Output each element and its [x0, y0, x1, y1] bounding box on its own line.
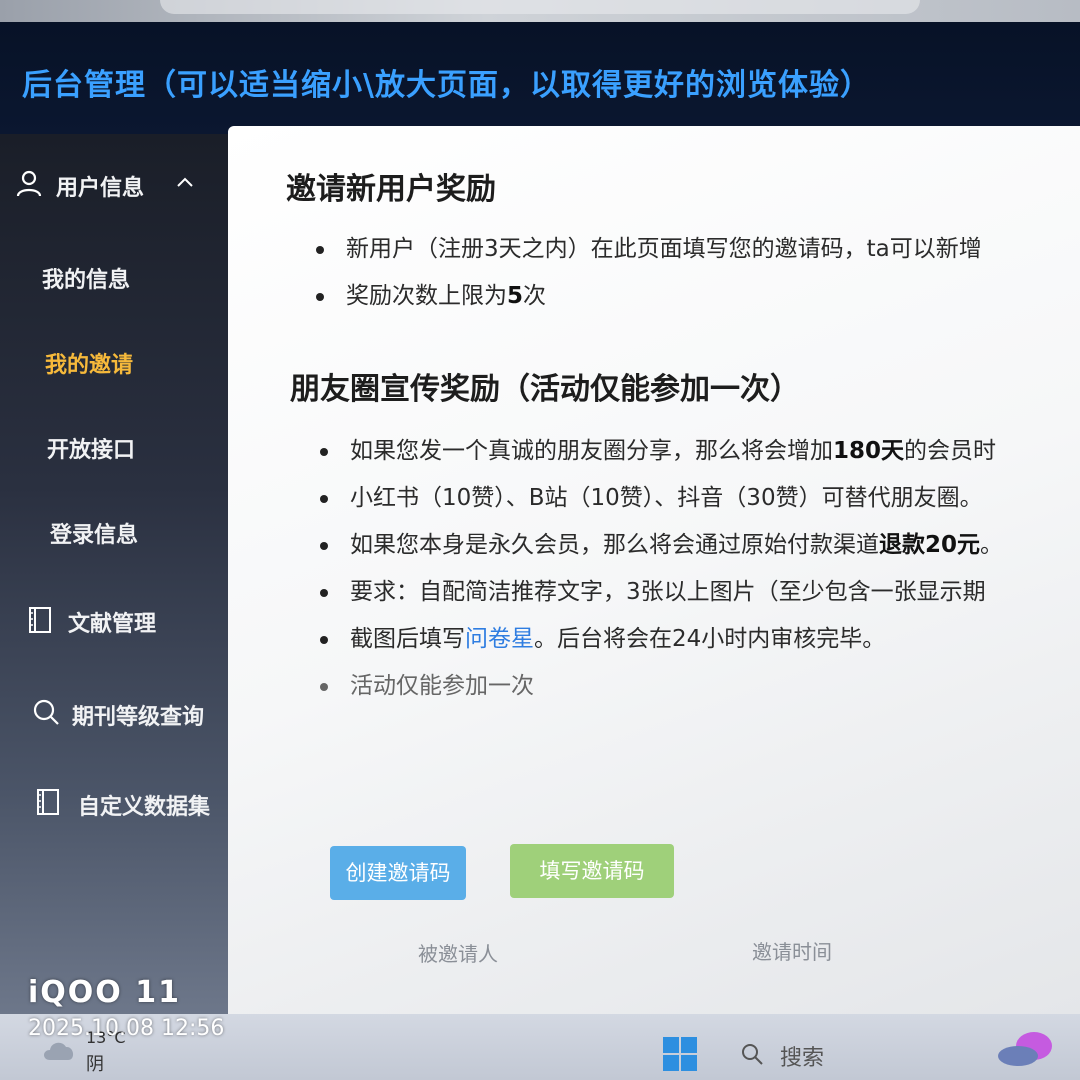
- invite-section-title: 邀请新用户奖励: [286, 172, 496, 207]
- sidebar: 用户信息 我的信息 我的邀请 开放接口 登录信息 文献管理 期刊等级查询 自定义…: [0, 134, 250, 1014]
- main-content: 邀请新用户奖励 新用户（注册3天之内）在此页面填写您的邀请码，ta可以新增 奖励…: [228, 126, 1080, 1016]
- search-icon[interactable]: [740, 1042, 764, 1066]
- camera-watermark-timestamp: 2025.10.08 12:56: [28, 1016, 225, 1041]
- taskbar-search[interactable]: 搜索: [780, 1040, 824, 1072]
- list-item: 小红书（10赞）、B站（10赞）、抖音（30赞）可替代朋友圈。: [320, 475, 1003, 522]
- fill-invite-code-button[interactable]: 填写邀请码: [510, 844, 674, 898]
- sidebar-item-literature[interactable]: 文献管理: [68, 606, 156, 638]
- user-icon: [16, 170, 42, 197]
- camera-watermark-brand: iQOO 11: [28, 975, 181, 1010]
- book-icon: [29, 607, 51, 633]
- sidebar-item-journal-rank[interactable]: 期刊等级查询: [72, 699, 204, 731]
- moments-section-title: 朋友圈宣传奖励（活动仅能参加一次）: [290, 372, 800, 407]
- weather-text: 阴: [86, 1054, 104, 1075]
- windows-start-icon[interactable]: [662, 1036, 698, 1072]
- sidebar-item-login-info[interactable]: 登录信息: [50, 517, 138, 549]
- list-item: 新用户（注册3天之内）在此页面填写您的邀请码，ta可以新增: [316, 226, 982, 273]
- list-item: 奖励次数上限为5次: [316, 273, 982, 320]
- page-title: 后台管理（可以适当缩小\放大页面，以取得更好的浏览体验）: [22, 68, 871, 103]
- invite-rules-list: 新用户（注册3天之内）在此页面填写您的邀请码，ta可以新增 奖励次数上限为5次: [316, 226, 982, 320]
- sidebar-item-open-api[interactable]: 开放接口: [47, 432, 135, 464]
- create-invite-code-button[interactable]: 创建邀请码: [330, 846, 466, 900]
- monitor-bezel: [0, 0, 1080, 22]
- search-icon: [33, 699, 59, 725]
- app-header: 后台管理（可以适当缩小\放大页面，以取得更好的浏览体验）: [0, 22, 1080, 134]
- sidebar-item-user-info[interactable]: 用户信息: [56, 170, 144, 202]
- sidebar-item-my-invites[interactable]: 我的邀请: [45, 347, 133, 379]
- app-icon[interactable]: [996, 1028, 1056, 1072]
- table-header-invitee: 被邀请人: [418, 942, 498, 966]
- list-item: 如果您本身是永久会员，那么将会通过原始付款渠道退款20元。: [320, 522, 1003, 569]
- list-item: 活动仅能参加一次: [320, 663, 1003, 710]
- moments-rules-list: 如果您发一个真诚的朋友圈分享，那么将会增加180天的会员时 小红书（10赞）、B…: [320, 428, 1003, 710]
- survey-link[interactable]: 问卷星: [465, 626, 534, 652]
- sidebar-item-my-info[interactable]: 我的信息: [42, 262, 130, 294]
- list-item: 要求：自配简洁推荐文字，3张以上图片（至少包含一张显示期: [320, 569, 1003, 616]
- chevron-up-icon[interactable]: [176, 176, 194, 188]
- list-item: 截图后填写问卷星。后台将会在24小时内审核完毕。: [320, 616, 1003, 663]
- book-icon: [37, 789, 59, 815]
- table-header-invite-time: 邀请时间: [752, 940, 832, 964]
- list-item: 如果您发一个真诚的朋友圈分享，那么将会增加180天的会员时: [320, 428, 1003, 475]
- sidebar-item-custom-dataset[interactable]: 自定义数据集: [78, 789, 210, 821]
